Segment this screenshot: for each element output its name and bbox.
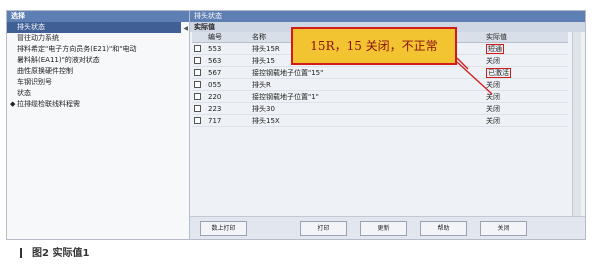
figure-caption-text: 图2 实际值1 (32, 248, 90, 259)
arrow-to-row-3 (456, 61, 493, 95)
annotation-arrows (456, 57, 493, 95)
figure-caption: 图2 实际值1 (20, 244, 89, 259)
caption-bar (20, 248, 22, 258)
